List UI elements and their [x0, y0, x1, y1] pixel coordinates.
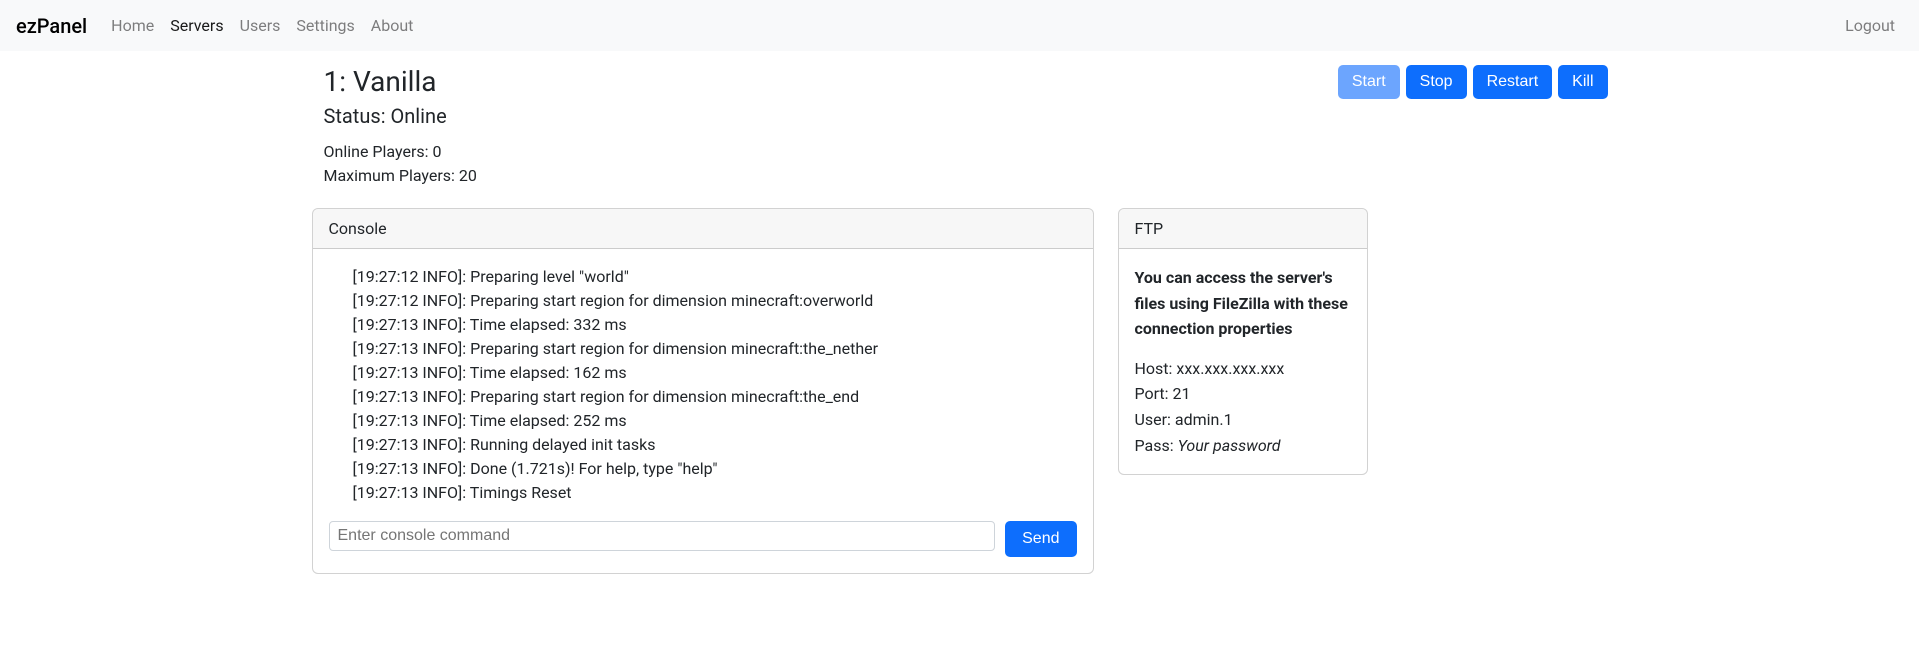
ftp-card: FTP You can access the server's files us… — [1118, 208, 1368, 475]
server-status: Status: Online — [324, 104, 477, 128]
console-line: [19:27:13 INFO]: Preparing start region … — [353, 385, 1053, 409]
console-card: Console [19:27:12 INFO]: Paper: Using Op… — [312, 208, 1094, 574]
console-line: [19:27:13 INFO]: Done (1.721s)! For help… — [353, 457, 1053, 481]
ftp-user: User: admin.1 — [1135, 407, 1351, 433]
kill-button[interactable]: Kill — [1558, 65, 1607, 99]
ftp-host: Host: xxx.xxx.xxx.xxx — [1135, 356, 1351, 382]
logout-link[interactable]: Logout — [1837, 8, 1903, 43]
max-players: Maximum Players: 20 — [324, 164, 477, 188]
console-line: [19:27:12 INFO]: Preparing start region … — [353, 289, 1053, 313]
server-title: 1: Vanilla — [324, 65, 477, 98]
console-line: [19:27:13 INFO]: Time elapsed: 252 ms — [353, 409, 1053, 433]
console-input[interactable] — [329, 521, 996, 551]
ftp-header: FTP — [1119, 209, 1367, 249]
ftp-pass: Pass: Your password — [1135, 433, 1351, 459]
nav-link-home[interactable]: Home — [103, 8, 162, 43]
nav-link-users[interactable]: Users — [232, 8, 289, 43]
server-info: 1: Vanilla Status: Online Online Players… — [312, 65, 477, 188]
brand[interactable]: ezPanel — [16, 14, 103, 38]
ftp-heading: You can access the server's files using … — [1135, 265, 1351, 342]
nav-link-about[interactable]: About — [363, 8, 422, 43]
stop-button[interactable]: Stop — [1406, 65, 1467, 99]
console-line: [19:27:13 INFO]: Time elapsed: 332 ms — [353, 313, 1053, 337]
server-controls: Start Stop Restart Kill — [1338, 65, 1608, 99]
console-header: Console — [313, 209, 1093, 249]
console-line: [19:27:13 INFO]: Time elapsed: 162 ms — [353, 361, 1053, 385]
ftp-port: Port: 21 — [1135, 381, 1351, 407]
send-button[interactable]: Send — [1005, 521, 1076, 557]
console-output[interactable]: [19:27:12 INFO]: Paper: Using OpenSSL 1.… — [329, 265, 1077, 505]
restart-button[interactable]: Restart — [1473, 65, 1553, 99]
navbar-left: ezPanel HomeServersUsersSettingsAbout — [16, 14, 421, 38]
navbar: ezPanel HomeServersUsersSettingsAbout Lo… — [0, 0, 1919, 51]
start-button[interactable]: Start — [1338, 65, 1400, 99]
console-line: [19:27:12 INFO]: Preparing level "world" — [353, 265, 1053, 289]
nav-link-servers[interactable]: Servers — [162, 8, 231, 43]
online-players: Online Players: 0 — [324, 140, 477, 164]
console-line: [19:27:13 INFO]: Preparing start region … — [353, 337, 1053, 361]
console-line: [19:27:13 INFO]: Running delayed init ta… — [353, 433, 1053, 457]
nav-link-settings[interactable]: Settings — [288, 8, 362, 43]
console-line: [19:27:13 INFO]: Timings Reset — [353, 481, 1053, 505]
